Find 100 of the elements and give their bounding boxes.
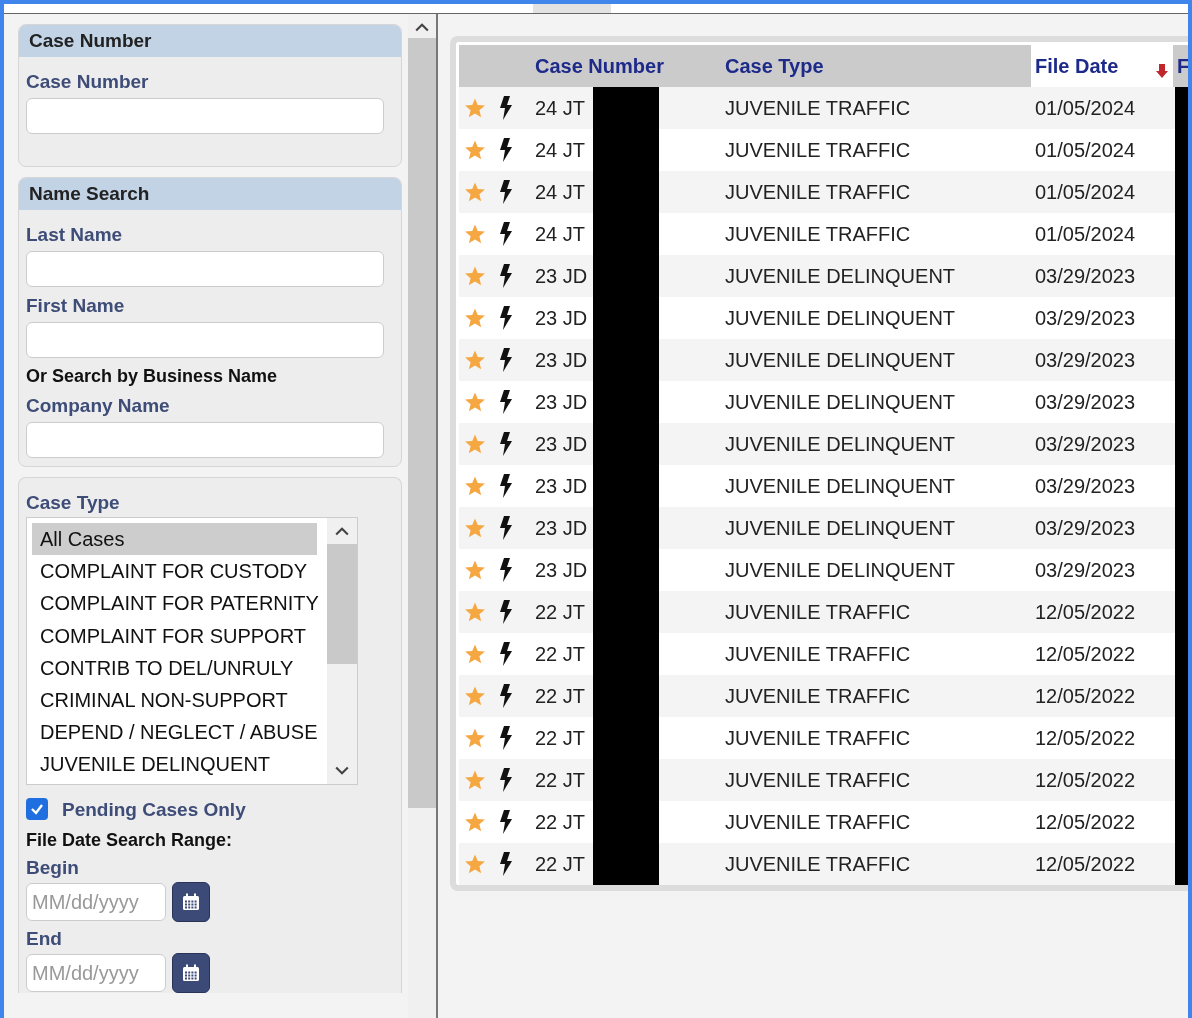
- star-icon[interactable]: [464, 97, 486, 119]
- lightning-bolt-icon[interactable]: [499, 642, 513, 666]
- star-icon[interactable]: [464, 181, 486, 203]
- lightning-bolt-icon[interactable]: [499, 852, 513, 876]
- table-cell: JUVENILE DELINQUENT: [725, 348, 956, 372]
- case-type-listbox[interactable]: All Cases COMPLAINT FOR CUSTODY COMPLAINT FOR PATERNITY COMPLAINT FOR SUPPORT CONTRIB TO DEL/UNRULY CRIMINAL NON-SUPPORT DEPEND / NEGLECT / ABUSE JUVENILE DELINQUENT: [26, 517, 358, 785]
- table-cell: JUVENILE DELINQUENT: [725, 432, 956, 456]
- table-cell: JUVENILE TRAFFIC: [725, 768, 911, 792]
- lightning-bolt-icon[interactable]: [499, 222, 513, 246]
- chevron-down-icon[interactable]: [335, 766, 349, 776]
- checkbox[interactable]: [26, 797, 48, 820]
- table-cell: 22 JT: [535, 810, 586, 834]
- field-label: First Name: [26, 295, 126, 317]
- redaction-block: [593, 87, 659, 129]
- table-cell: 23 JD: [535, 348, 588, 372]
- scrollbar[interactable]: [327, 518, 357, 784]
- table-cell: JUVENILE DELINQUENT: [725, 516, 956, 540]
- star-icon[interactable]: [464, 265, 486, 287]
- lightning-bolt-icon[interactable]: [499, 768, 513, 792]
- list-option[interactable]: COMPLAINT FOR PATERNITY: [32, 587, 317, 620]
- table-cell: 03/29/2023: [1035, 348, 1136, 372]
- list-option[interactable]: JUVENILE DELINQUENT: [32, 748, 317, 781]
- list-option[interactable]: All Cases: [32, 523, 317, 556]
- star-icon[interactable]: [464, 727, 486, 749]
- star-icon[interactable]: [464, 433, 486, 455]
- star-icon[interactable]: [464, 517, 486, 539]
- input-field[interactable]: [26, 98, 384, 134]
- lightning-bolt-icon[interactable]: [499, 138, 513, 162]
- table-cell: 03/29/2023: [1035, 558, 1136, 582]
- table-cell: 24 JT: [535, 96, 586, 120]
- star-icon[interactable]: [464, 349, 486, 371]
- star-icon[interactable]: [464, 811, 486, 833]
- calendar-icon: [181, 963, 201, 983]
- star-icon[interactable]: [464, 307, 486, 329]
- lightning-bolt-icon[interactable]: [499, 348, 513, 372]
- table-cell: 22 JT: [535, 684, 586, 708]
- lightning-bolt-icon[interactable]: [499, 600, 513, 624]
- table-cell: 03/29/2023: [1035, 432, 1136, 456]
- calendar-icon: [181, 892, 201, 912]
- table-cell: JUVENILE TRAFFIC: [725, 726, 911, 750]
- star-icon[interactable]: [464, 853, 486, 875]
- star-icon[interactable]: [464, 391, 486, 413]
- table-cell: 01/05/2024: [1035, 138, 1136, 162]
- table-cell: 03/29/2023: [1035, 264, 1136, 288]
- sort-down-icon: [1155, 63, 1169, 79]
- date-input-field[interactable]: MM/dd/yyyy: [26, 954, 166, 992]
- input-field[interactable]: [26, 322, 384, 358]
- lightning-bolt-icon[interactable]: [499, 96, 513, 120]
- table-cell: 12/05/2022: [1035, 600, 1136, 624]
- star-icon[interactable]: [464, 223, 486, 245]
- star-icon[interactable]: [464, 139, 486, 161]
- table-cell: JUVENILE TRAFFIC: [725, 180, 911, 204]
- table-cell: 01/05/2024: [1035, 180, 1136, 204]
- lightning-bolt-icon[interactable]: [499, 684, 513, 708]
- table-cell: JUVENILE TRAFFIC: [725, 852, 911, 876]
- table-cell: JUVENILE TRAFFIC: [725, 96, 911, 120]
- table-cell: 23 JD: [535, 432, 588, 456]
- column-header[interactable]: F: [1173, 45, 1188, 87]
- list-option[interactable]: COMPLAINT FOR CUSTODY: [32, 555, 317, 588]
- table-cell: JUVENILE DELINQUENT: [725, 558, 956, 582]
- star-icon[interactable]: [464, 559, 486, 581]
- field-label: End: [26, 928, 63, 950]
- field-label: Last Name: [26, 224, 124, 246]
- table-cell: 23 JD: [535, 558, 588, 582]
- star-icon[interactable]: [464, 643, 486, 665]
- checkbox-label[interactable]: Pending Cases Only: [62, 799, 246, 821]
- lightning-bolt-icon[interactable]: [499, 180, 513, 204]
- lightning-bolt-icon[interactable]: [499, 558, 513, 582]
- column-header[interactable]: Case Type: [725, 45, 1031, 87]
- list-option[interactable]: COMPLAINT FOR SUPPORT: [32, 619, 317, 652]
- lightning-bolt-icon[interactable]: [499, 474, 513, 498]
- field-label: Case Number: [26, 71, 150, 93]
- calendar-button[interactable]: [172, 882, 210, 922]
- lightning-bolt-icon[interactable]: [499, 264, 513, 288]
- table-cell: JUVENILE TRAFFIC: [725, 600, 911, 624]
- star-icon[interactable]: [464, 685, 486, 707]
- lightning-bolt-icon[interactable]: [499, 306, 513, 330]
- lightning-bolt-icon[interactable]: [499, 390, 513, 414]
- list-option[interactable]: CONTRIB TO DEL/UNRULY: [32, 651, 317, 684]
- lightning-bolt-icon[interactable]: [499, 516, 513, 540]
- lightning-bolt-icon[interactable]: [499, 432, 513, 456]
- star-icon[interactable]: [464, 601, 486, 623]
- input-field[interactable]: [26, 422, 384, 458]
- chevron-up-icon[interactable]: [415, 22, 429, 32]
- table-cell: 23 JD: [535, 474, 588, 498]
- date-input-field[interactable]: MM/dd/yyyy: [26, 883, 166, 921]
- column-header[interactable]: File Date: [1031, 45, 1173, 87]
- redaction-block: [593, 843, 659, 885]
- lightning-bolt-icon[interactable]: [499, 810, 513, 834]
- list-option[interactable]: DEPEND / NEGLECT / ABUSE: [32, 716, 317, 749]
- calendar-button[interactable]: [172, 953, 210, 993]
- table-cell: JUVENILE TRAFFIC: [725, 642, 911, 666]
- input-field[interactable]: [26, 251, 384, 287]
- column-header[interactable]: Case Number: [535, 45, 725, 87]
- chevron-up-icon[interactable]: [335, 526, 349, 536]
- star-icon[interactable]: [464, 475, 486, 497]
- list-option[interactable]: CRIMINAL NON-SUPPORT: [32, 683, 317, 717]
- lightning-bolt-icon[interactable]: [499, 726, 513, 750]
- table-cell: JUVENILE TRAFFIC: [725, 222, 911, 246]
- star-icon[interactable]: [464, 769, 486, 791]
